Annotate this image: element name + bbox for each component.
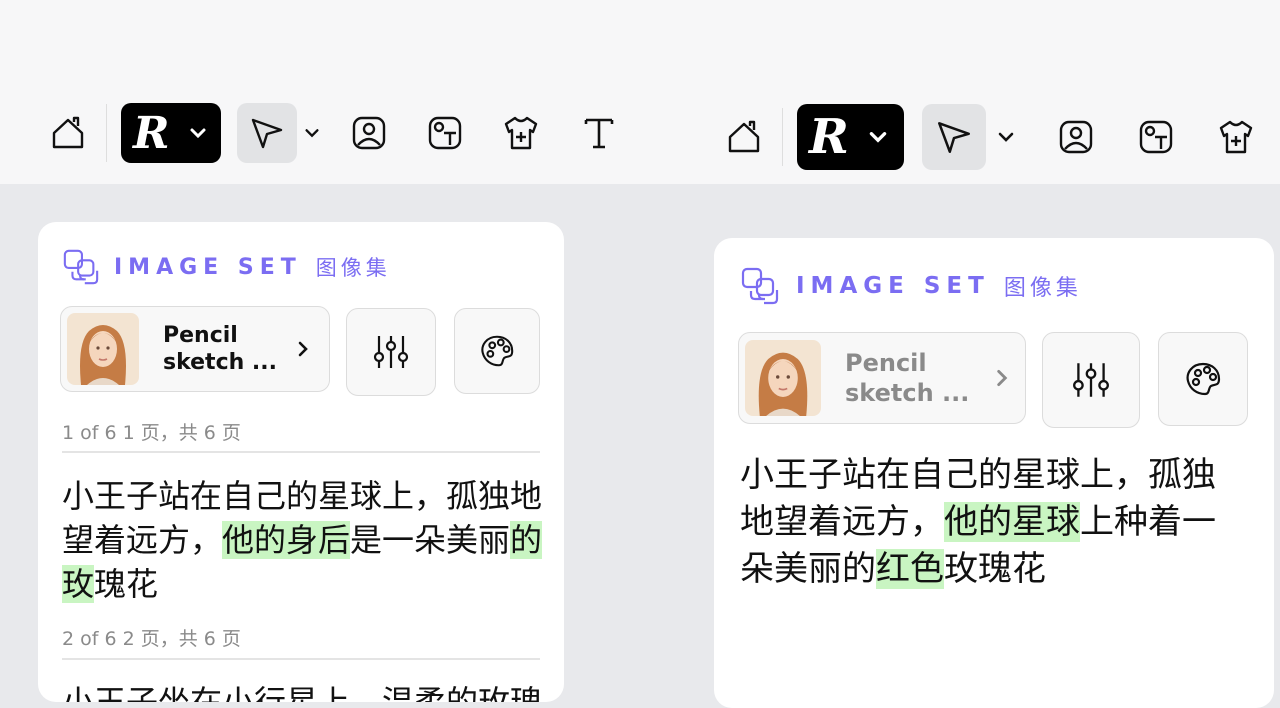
divider	[62, 658, 540, 660]
adjustments-button[interactable]	[346, 308, 436, 396]
apparel-tool-button[interactable]	[1212, 113, 1260, 161]
portrait-thumbnail-icon	[67, 313, 139, 385]
toolbar-right: R	[720, 102, 1260, 172]
palette-icon	[1186, 362, 1221, 396]
image-set-panel-right: IMAGE SET 图像集 Pencil sketch ... 小王子站在自己的…	[714, 238, 1274, 708]
toolbar-left: R	[44, 98, 623, 168]
image-set-panel-left: IMAGE SET 图像集 Pencil sketch ... 1 of 6 1…	[38, 222, 564, 702]
image-set-subtitle: 图像集	[1003, 276, 1082, 301]
pointer-icon	[251, 118, 283, 149]
image-set-icon	[741, 267, 779, 305]
select-tool-dropdown[interactable]	[297, 124, 327, 142]
text-icon	[584, 118, 614, 149]
image-set-title: IMAGE SET	[114, 254, 302, 280]
brand-logo-icon: R	[809, 109, 849, 165]
chevron-down-icon	[305, 129, 319, 138]
palette-button[interactable]	[1158, 332, 1248, 426]
style-thumbnail	[745, 340, 821, 416]
image-set-header: IMAGE SET 图像集	[62, 248, 391, 286]
story-text[interactable]: 小王子坐在小行星上，温柔的玫瑰	[62, 680, 544, 702]
tshirt-icon	[504, 116, 538, 150]
style-thumbnail	[67, 313, 139, 385]
toolbar-separator	[782, 108, 783, 166]
highlight: 红色	[876, 548, 944, 589]
apparel-tool-button[interactable]	[497, 109, 545, 157]
image-set-header: IMAGE SET 图像集	[740, 266, 1082, 306]
text-image-icon	[428, 116, 462, 150]
home-icon	[728, 120, 760, 153]
highlight: 他的身后	[222, 521, 351, 560]
chevron-down-icon	[190, 128, 206, 139]
pointer-icon	[938, 122, 970, 153]
story-text[interactable]: 小王子站在自己的星球上，孤独地望着远方，他的身后是一朵美丽的玫瑰花	[62, 474, 544, 606]
logo-button[interactable]: R	[797, 104, 904, 170]
portrait-thumbnail-icon	[745, 340, 821, 416]
style-label: Pencil sketch ...	[845, 349, 970, 407]
home-button[interactable]	[44, 109, 92, 157]
palette-icon	[481, 335, 514, 367]
text-tool-button[interactable]	[575, 109, 623, 157]
style-selector-button[interactable]: Pencil sketch ...	[738, 332, 1026, 424]
select-tool-button[interactable]	[922, 104, 986, 170]
select-tool-dropdown[interactable]	[986, 127, 1026, 147]
select-tool-button[interactable]	[237, 103, 297, 163]
image-set-subtitle: 图像集	[315, 256, 391, 280]
style-label: Pencil sketch ...	[163, 322, 278, 376]
page-indicator: 1 of 6 1 页，共 6 页	[62, 422, 241, 444]
chevron-down-icon	[869, 132, 887, 143]
divider	[62, 451, 540, 453]
image-set-title: IMAGE SET	[796, 273, 990, 299]
text-image-icon	[1139, 120, 1173, 154]
story-text[interactable]: 小王子站在自己的星球上，孤独地望着远方，他的星球上种着一朵美丽的红色玫瑰花	[740, 452, 1248, 593]
brand-logo-icon: R	[133, 107, 170, 159]
tshirt-icon	[1219, 120, 1253, 154]
page-indicator: 2 of 6 2 页，共 6 页	[62, 628, 241, 650]
logo-button[interactable]: R	[121, 103, 221, 163]
image-icon	[1059, 120, 1093, 154]
chevron-right-icon	[298, 341, 308, 357]
image-icon	[352, 116, 386, 150]
adjustments-button[interactable]	[1042, 332, 1140, 428]
palette-button[interactable]	[454, 308, 540, 394]
toolbar-separator	[106, 104, 107, 162]
sliders-icon	[1073, 363, 1109, 397]
image-tool-button[interactable]	[345, 109, 393, 157]
style-selector-button[interactable]: Pencil sketch ...	[60, 306, 330, 392]
text-image-tool-button[interactable]	[1132, 113, 1180, 161]
chevron-down-icon	[998, 132, 1014, 142]
home-button[interactable]	[720, 113, 768, 161]
highlight: 他的星球	[944, 501, 1080, 542]
sliders-icon	[373, 336, 409, 368]
text-image-tool-button[interactable]	[421, 109, 469, 157]
home-icon	[52, 116, 84, 149]
image-tool-button[interactable]	[1052, 113, 1100, 161]
image-set-icon	[63, 249, 99, 285]
chevron-right-icon	[997, 369, 1008, 387]
